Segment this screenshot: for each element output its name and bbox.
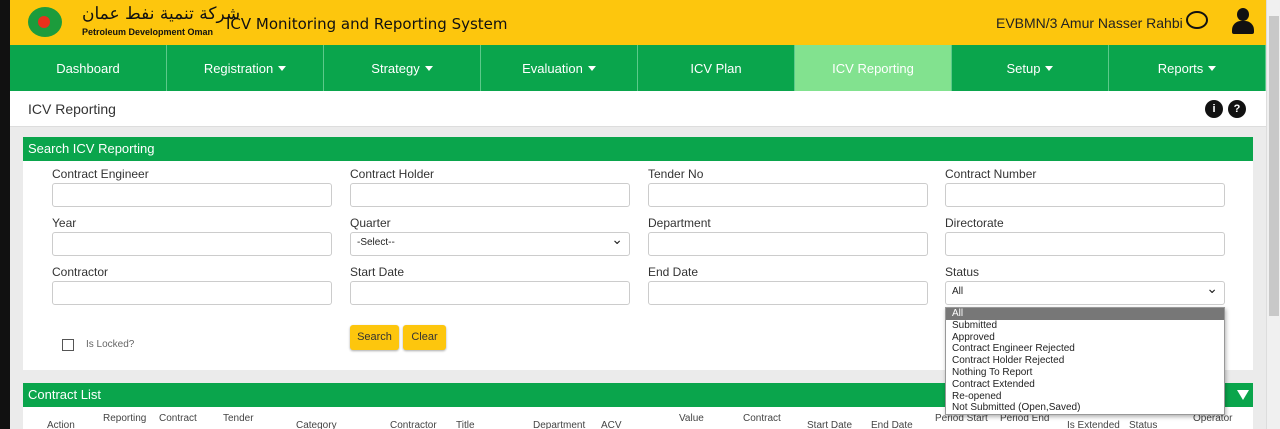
year-label: Year: [52, 216, 77, 230]
column-header[interactable]: End Date: [871, 420, 913, 429]
quarter-label: Quarter: [350, 216, 391, 230]
caret-down-icon: [424, 65, 433, 71]
column-header[interactable]: Category: [296, 420, 337, 429]
contractor-input[interactable]: [52, 281, 332, 305]
nav-label: Evaluation: [522, 60, 583, 76]
contract-engineer-input[interactable]: [52, 183, 332, 207]
is-locked-label: Is Locked?: [86, 339, 135, 350]
column-header[interactable]: Department: [533, 420, 585, 429]
contract-number-label: Contract Number: [945, 167, 1037, 181]
tender-no-label: Tender No: [648, 167, 704, 181]
status-dropdown-list: All Submitted Approved Contract Engineer Re…: [945, 307, 1225, 416]
contractor-label: Contractor: [52, 265, 109, 279]
logo-arabic: شركة تنمية نفط عمان: [82, 4, 241, 24]
nav-label: Setup: [1006, 60, 1041, 76]
column-header[interactable]: Title: [456, 420, 475, 429]
nav-setup[interactable]: Setup: [952, 45, 1109, 91]
contract-holder-label: Contract Holder: [350, 167, 435, 181]
column-header[interactable]: Reporting: [103, 413, 146, 424]
nav-icv-plan[interactable]: ICV Plan: [638, 45, 795, 91]
app-title: ICV Monitoring and Reporting System: [226, 15, 508, 33]
status-option[interactable]: Not Submitted (Open,Saved): [946, 402, 1224, 414]
info-icon[interactable]: i: [1205, 100, 1223, 118]
nav-registration[interactable]: Registration: [167, 45, 324, 91]
help-icon[interactable]: ?: [1228, 100, 1246, 118]
column-header[interactable]: Action: [47, 420, 75, 429]
scrollbar[interactable]: [1266, 0, 1280, 429]
logo-text: Petroleum Development Oman: [82, 27, 214, 37]
department-label: Department: [648, 216, 711, 230]
search-panel-title: Search ICV Reporting: [23, 137, 1253, 161]
column-header[interactable]: Tender: [223, 413, 254, 424]
directorate-label: Directorate: [945, 216, 1004, 230]
status-option[interactable]: Re-opened: [946, 391, 1224, 403]
caret-down-icon: [278, 65, 287, 71]
contract-holder-input[interactable]: [350, 183, 630, 207]
column-header[interactable]: Contract: [743, 413, 781, 424]
search-button[interactable]: Search: [350, 325, 399, 350]
start-date-input[interactable]: [350, 281, 630, 305]
status-option[interactable]: Nothing To Report: [946, 367, 1224, 379]
column-header[interactable]: Status: [1129, 420, 1157, 429]
column-header[interactable]: ACV: [601, 420, 622, 429]
status-option[interactable]: Contract Extended: [946, 379, 1224, 391]
main-nav: Dashboard Registration Strategy Evaluation I…: [10, 45, 1266, 91]
status-option[interactable]: Contract Engineer Rejected: [946, 343, 1224, 355]
nav-evaluation[interactable]: Evaluation: [481, 45, 638, 91]
header: شركة تنمية نفط عمان Petroleum Developmen…: [10, 0, 1266, 45]
user-name[interactable]: EVBMN/3 Amur Nasser Rahbi: [996, 15, 1183, 31]
tender-no-input[interactable]: [648, 183, 928, 207]
filter-icon[interactable]: [1237, 390, 1249, 400]
caret-down-icon: [587, 65, 596, 71]
caret-down-icon: [1045, 65, 1054, 71]
is-locked-checkbox[interactable]: [62, 339, 74, 351]
column-header[interactable]: Contractor: [390, 420, 437, 429]
column-header[interactable]: Is Extended: [1067, 420, 1120, 429]
start-date-label: Start Date: [350, 265, 405, 279]
column-header[interactable]: Value: [679, 413, 704, 424]
chat-icon[interactable]: [1186, 11, 1208, 29]
end-date-input[interactable]: [648, 281, 928, 305]
nav-label: Registration: [203, 60, 274, 76]
column-header[interactable]: Start Date: [807, 420, 852, 429]
status-option[interactable]: All: [946, 308, 1224, 320]
pdo-logo: [28, 7, 62, 37]
nav-label: ICV Reporting: [832, 60, 914, 76]
status-option[interactable]: Approved: [946, 332, 1224, 344]
caret-down-icon: [1208, 65, 1217, 71]
nav-dashboard[interactable]: Dashboard: [10, 45, 167, 91]
column-header[interactable]: Contract: [159, 413, 197, 424]
nav-label: Strategy: [371, 60, 420, 76]
status-option[interactable]: Submitted: [946, 320, 1224, 332]
nav-label: Dashboard: [56, 60, 120, 76]
page-titlebar: ICV Reporting i ?: [10, 91, 1266, 127]
contract-engineer-label: Contract Engineer: [52, 167, 149, 181]
contract-number-input[interactable]: [945, 183, 1225, 207]
status-select[interactable]: All: [945, 280, 1225, 305]
app: شركة تنمية نفط عمان Petroleum Developmen…: [10, 0, 1266, 429]
nav-label: ICV Plan: [690, 60, 742, 76]
quarter-select[interactable]: -Select--: [350, 231, 630, 256]
user-icon[interactable]: [1232, 8, 1254, 34]
status-option[interactable]: Contract Holder Rejected: [946, 355, 1224, 367]
page-title: ICV Reporting: [28, 101, 116, 117]
year-input[interactable]: [52, 232, 332, 256]
directorate-input[interactable]: [945, 232, 1225, 256]
nav-strategy[interactable]: Strategy: [324, 45, 481, 91]
status-label: Status: [945, 265, 980, 279]
department-input[interactable]: [648, 232, 928, 256]
nav-icv-reporting[interactable]: ICV Reporting: [795, 45, 952, 91]
nav-reports[interactable]: Reports: [1109, 45, 1266, 91]
end-date-label: End Date: [648, 265, 699, 279]
clear-button[interactable]: Clear: [403, 325, 446, 350]
nav-label: Reports: [1157, 60, 1204, 76]
